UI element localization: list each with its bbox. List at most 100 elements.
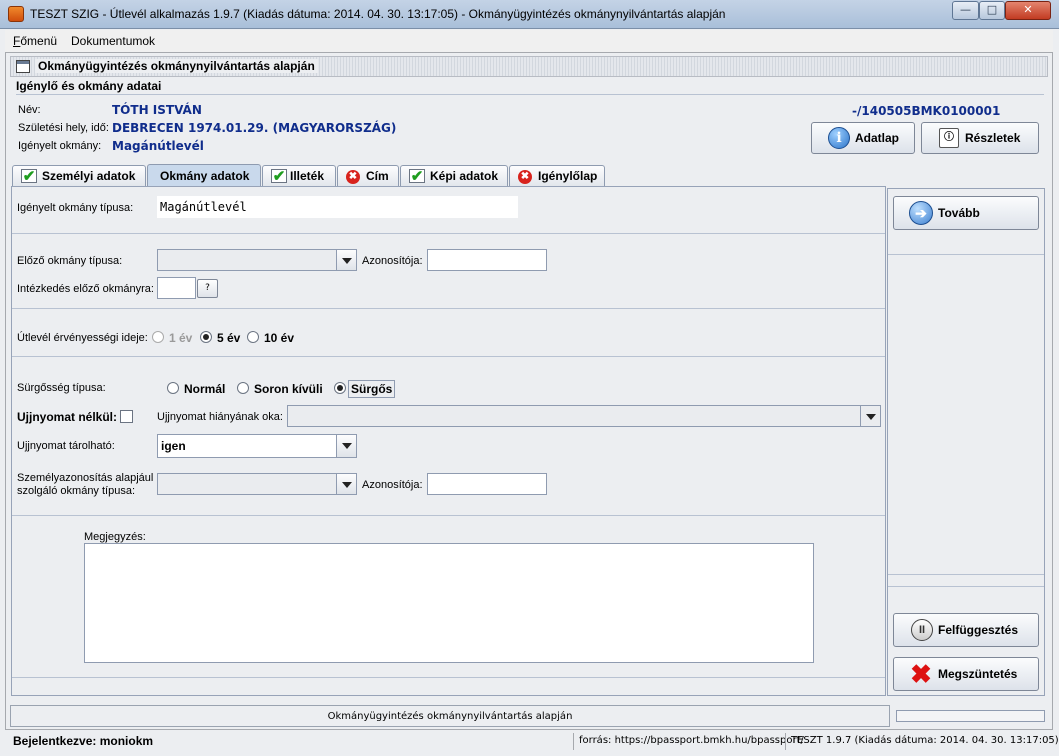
window-icon [16,60,30,73]
adatlap-button[interactable]: i Adatlap [811,122,915,154]
tab-document-data[interactable]: Okmány adatok [147,164,261,187]
divider [12,356,885,357]
urgency-priority-radio[interactable] [237,382,249,394]
id-document-id-input[interactable] [427,473,547,495]
tab-image-data[interactable]: ✔ Képi adatok [400,165,508,186]
info-icon: i [828,127,850,149]
urgency-label: Sürgősség típusa: [17,382,106,394]
validity-1-label: 1 év [169,331,193,345]
birth-value: DEBRECEN 1974.01.29. (MAGYARORSZÁG) [112,121,397,135]
chevron-down-icon[interactable] [336,250,356,270]
chevron-down-icon[interactable] [860,406,880,426]
check-icon: ✔ [271,168,287,185]
details-icon: ⓘ [939,128,959,148]
urgency-urgent-label: Sürgős [348,380,396,398]
divider [888,254,1044,255]
footer-bar: Bejelentkezve: moniokm forrás: https://b… [5,729,1059,752]
login-status: Bejelentkezve: moniokm [13,734,154,748]
divider [888,586,1044,587]
help-button[interactable]: ? [197,279,218,298]
divider [12,308,885,309]
previous-action-label: Intézkedés előző okmányra: [17,283,154,295]
version-info: TESZT 1.9.7 (Kiadás dátuma: 2014. 04. 30… [785,733,1059,750]
tab-address[interactable]: ✖ Cím [337,165,399,186]
divider [16,94,1044,95]
application-id: -/140505BMK0100001 [852,104,1001,118]
validity-1-radio[interactable] [152,331,164,343]
no-fingerprint-label: Ujjnyomat nélkül: [17,410,118,424]
window-title: TESZT SZIG - Útlevél alkalmazás 1.9.7 (K… [30,7,726,21]
menu-main[interactable]: Főmenü [13,34,57,48]
storable-select[interactable]: igen [157,434,357,458]
arrow-right-icon: ➔ [909,201,933,225]
tab-application-form[interactable]: ✖ Igénylőlap [509,165,605,186]
name-label: Név: [18,104,41,116]
next-button[interactable]: ➔ Tovább [893,196,1039,230]
urgency-urgent-radio[interactable] [334,382,346,394]
status-text: Okmányügyintézés okmánynyilvántartás ala… [327,711,573,722]
progress-bar [896,710,1045,722]
validity-5-label: 5 év [217,331,241,345]
close-button[interactable]: ✕ [1005,1,1051,20]
no-fingerprint-checkbox[interactable] [120,410,133,423]
divider [12,233,885,234]
document-label: Igényelt okmány: [18,140,102,152]
note-label: Megjegyzés: [84,531,146,543]
action-panel: ➔ Tovább II Felfüggesztés ✖ Megszüntetés [887,188,1045,696]
validity-5-radio[interactable] [200,331,212,343]
tab-personal-data[interactable]: ✔ Személyi adatok [12,165,146,186]
divider [888,574,1044,575]
document-data-panel: Igényelt okmány típusa: Magánútlevél Elő… [11,186,886,696]
previous-id-label: Azonosítója: [362,255,423,267]
check-icon: ✔ [409,168,425,185]
previous-id-input[interactable] [427,249,547,271]
check-icon: ✔ [21,168,37,185]
urgency-normal-label: Normál [184,382,226,396]
cancel-button[interactable]: ✖ Megszüntetés [893,657,1039,691]
divider [12,515,885,516]
name-value: TÓTH ISTVÁN [112,103,202,117]
previous-type-select[interactable] [157,249,357,271]
menu-documents[interactable]: Dokumentumok [71,34,155,48]
error-icon: ✖ [518,170,532,184]
id-document-label-1: Személyazonosítás alapjául [17,472,154,484]
chevron-down-icon[interactable] [336,435,356,457]
id-document-id-label: Azonosítója: [362,479,423,491]
previous-action-input[interactable] [157,277,196,299]
error-icon: ✖ [346,170,360,184]
app-icon [8,6,24,22]
id-document-select[interactable] [157,473,357,495]
minimize-button[interactable]: — [952,1,979,20]
requested-type-label: Igényelt okmány típusa: [17,202,134,214]
inner-window-title: Okmányügyintézés okmánynyilvántartás ala… [35,59,318,73]
section-title: Igénylő és okmány adatai [16,79,162,93]
chevron-down-icon[interactable] [336,474,356,494]
status-bar: Okmányügyintézés okmánynyilvántartás ala… [10,705,890,727]
pause-icon: II [911,619,933,641]
previous-type-label: Előző okmány típusa: [17,255,123,267]
urgency-normal-radio[interactable] [167,382,179,394]
id-document-label-2: szolgáló okmány típusa: [17,485,136,497]
storable-label: Ujjnyomat tárolható: [17,440,115,452]
inner-window-title-bar: Okmányügyintézés okmánynyilvántartás ala… [10,56,1048,77]
urgency-priority-label: Soron kívüli [254,382,323,396]
validity-label: Útlevél érvényességi ideje: [17,332,148,344]
details-button[interactable]: ⓘ Részletek [921,122,1039,154]
suspend-button[interactable]: II Felfüggesztés [893,613,1039,647]
tab-fee[interactable]: ✔ Illeték [262,165,336,186]
window-titlebar: TESZT SZIG - Útlevél alkalmazás 1.9.7 (K… [0,0,1059,29]
divider [12,677,885,678]
missing-reason-label: Ujjnyomat hiányának oka: [157,411,283,423]
close-icon: ✖ [910,659,932,689]
missing-reason-select[interactable] [287,405,881,427]
source-url: forrás: https://bpassport.bmkh.hu/bpassp… [573,733,804,750]
validity-10-label: 10 év [264,331,295,345]
note-textarea[interactable] [84,543,814,663]
validity-10-radio[interactable] [247,331,259,343]
menu-bar: Főmenü Dokumentumok [5,30,1053,52]
requested-type-field: Magánútlevél [157,196,518,218]
document-value: Magánútlevél [112,139,204,153]
birth-label: Születési hely, idő: [18,122,109,134]
maximize-button[interactable]: □ [979,1,1005,20]
applicant-header: Igénylő és okmány adatai Név: TÓTH ISTVÁ… [12,78,1047,162]
